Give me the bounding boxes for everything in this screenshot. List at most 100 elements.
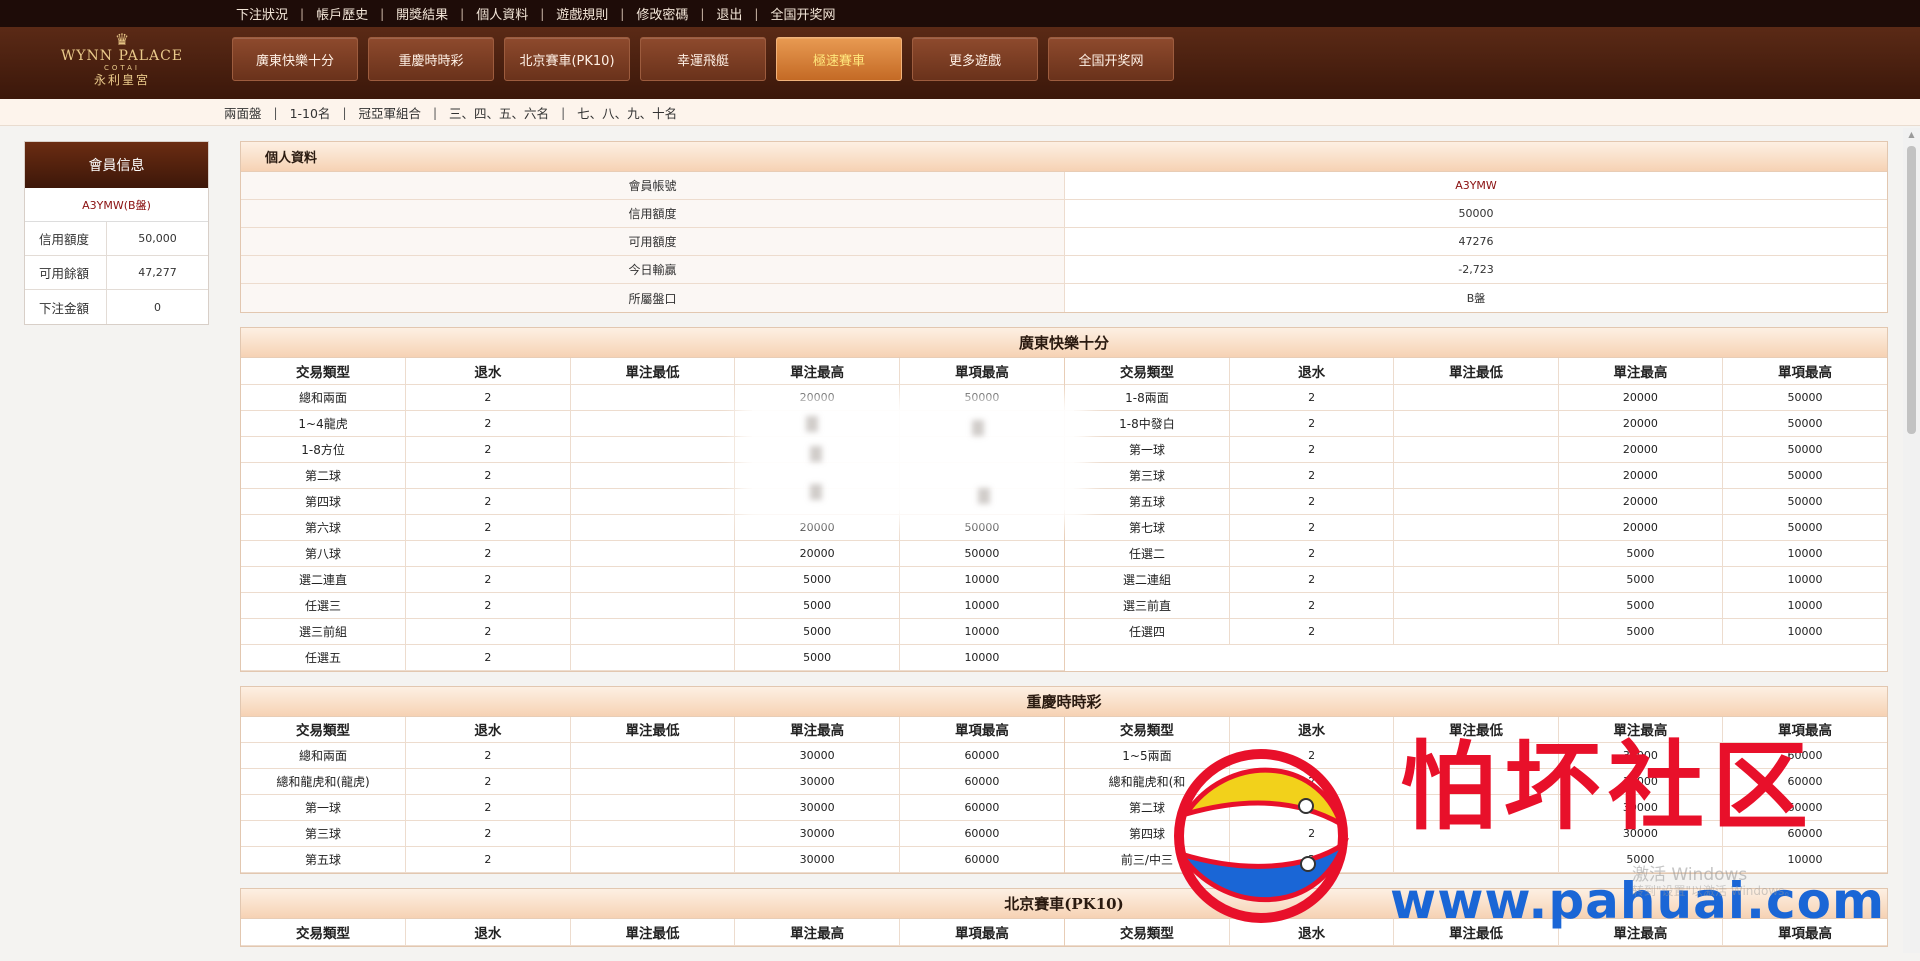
logo-cn: 永利皇宮 (93, 73, 150, 87)
main-nav-button[interactable]: 北京賽車(PK10) (504, 37, 630, 81)
sub-nav: 兩面盤 | 1-10名 | 冠亞軍組合 | 三、四、五、六名 | 七、八、九、十名 (212, 99, 689, 126)
limit-cell (570, 436, 736, 463)
main-nav-button[interactable]: 幸運飛艇 (640, 37, 766, 81)
column-header: 單注最高 (734, 919, 900, 946)
limit-cell: 50000 (1722, 384, 1887, 411)
bet-type-cell: 選三前直 (1065, 592, 1230, 619)
member-info-row: 可用餘額 47,277 (25, 256, 208, 290)
member-info-value: 47,277 (138, 266, 177, 279)
table-row: 1-8兩面 2 20000 50000 (1065, 384, 1887, 411)
limit-cell (570, 488, 736, 515)
bet-type-cell: 總和龍虎和(龍虎) (241, 768, 407, 795)
windows-activation-subtext: 转到"设置"以激活 Windows。 (1632, 884, 1797, 898)
limit-cell (1393, 410, 1559, 437)
sub-nav-link[interactable]: 七、八、九、十名 (565, 103, 689, 122)
limit-cell (1393, 462, 1559, 489)
limit-cell (570, 618, 736, 645)
logo-brand: WYNN PALACE (60, 48, 184, 64)
table-row: 1-8中發白 2 20000 50000 (1065, 410, 1887, 437)
limit-cell (570, 514, 736, 541)
sub-nav-link[interactable]: 三、四、五、六名 (437, 103, 561, 122)
limit-cell: 20000 (1558, 436, 1724, 463)
limit-cell (1393, 618, 1559, 645)
top-link[interactable]: 帳戶歷史 (304, 4, 380, 23)
main-nav-button[interactable]: 更多遊戲 (912, 37, 1038, 81)
column-header: 單注最高 (734, 358, 900, 385)
wynn-palace-logo[interactable]: ♛ WYNN PALACE COTAI 永利皇宮 (56, 32, 188, 94)
bet-type-cell: 第七球 (1065, 514, 1230, 541)
table-row: 選三前組 2 5000 10000 (241, 618, 1064, 645)
top-link[interactable]: 退出 (704, 4, 754, 23)
profile-row: 可用額度 47276 (241, 228, 1887, 256)
limit-cell (570, 384, 736, 411)
table-row: 選二連組 2 5000 10000 (1065, 566, 1887, 593)
limit-table: 交易類型 退水 單注最低 單注最高 單項最高 1-8兩面 2 20000 50000 1-8中發白… (1065, 358, 1887, 645)
top-link[interactable]: 個人資料 (464, 4, 540, 23)
bet-type-cell: 選三前組 (241, 618, 407, 645)
top-link-bar: 下注狀況 | 帳戶歷史 | 開獎結果 | 個人資料 | 遊戲規則 | 修改密碼 | 退出 | 全国开奖网 (0, 0, 1920, 27)
limit-cell: 10000 (1722, 566, 1887, 593)
limit-cell: 20000 (734, 384, 900, 411)
limit-cell: 2 (405, 384, 571, 411)
sub-nav-link[interactable]: 1-10名 (278, 103, 343, 122)
column-header: 單項最高 (1722, 358, 1887, 385)
limit-cell: 10000 (899, 592, 1064, 619)
main-nav-button[interactable]: 全国开奖网 (1048, 37, 1174, 81)
top-link[interactable]: 全国开奖网 (758, 4, 847, 23)
limit-cell: 2 (405, 820, 571, 847)
limit-cell: 50000 (1722, 488, 1887, 515)
member-info-title: 會員信息 (25, 142, 208, 188)
limit-cell: 30000 (734, 794, 900, 821)
scroll-up-arrow-icon[interactable]: ▲ (1903, 128, 1920, 142)
limit-cell: 5000 (734, 644, 900, 671)
table-row: 第三球 2 30000 60000 (241, 820, 1064, 847)
limit-cell: 2 (405, 794, 571, 821)
limit-cell: 50000 (1722, 436, 1887, 463)
table-row: 選三前直 2 5000 10000 (1065, 592, 1887, 619)
scrollbar-thumb[interactable] (1907, 146, 1916, 434)
limit-cell: 60000 (899, 742, 1064, 769)
profile-label: 今日輸贏 (241, 256, 1065, 283)
bet-type-cell: 第六球 (241, 514, 407, 541)
profile-panel: 個人資料 會員帳號 A3YMW 信用額度 50000 可用額度 47276 今日輸贏 -2,7… (240, 141, 1888, 313)
sub-nav-link[interactable]: 冠亞軍組合 (346, 103, 433, 122)
column-header: 交易類型 (241, 919, 407, 946)
column-header: 交易類型 (241, 716, 407, 743)
member-info-row: 下注金額 0 (25, 290, 208, 324)
limit-table-halves: 交易類型 退水 單注最低 單注最高 單項最高 總和兩面 2 20000 50000 1~4龍虎 2 1… (241, 358, 1887, 671)
limit-table: 交易類型 退水 單注最低 單注最高 單項最高 (241, 919, 1064, 946)
logo-sub: COTAI (104, 64, 140, 72)
top-link[interactable]: 下注狀況 (224, 4, 300, 23)
sub-nav-link[interactable]: 兩面盤 (212, 103, 274, 122)
top-link[interactable]: 修改密碼 (624, 4, 700, 23)
bet-type-cell: 第一球 (1065, 436, 1230, 463)
main-nav-button[interactable]: 重慶時時彩 (368, 37, 494, 81)
member-info-rows: 信用額度 50,000 可用餘額 47,277 下注金額 0 (25, 222, 208, 324)
table-row: 總和龍虎和(龍虎) 2 30000 60000 (241, 768, 1064, 795)
limit-cell: 2 (405, 410, 571, 437)
table-row: 選二連直 2 5000 10000 (241, 566, 1064, 593)
main-nav-button[interactable]: 極速賽車 (776, 37, 902, 81)
limit-cell: 5000 (734, 566, 900, 593)
column-header: 退水 (1229, 358, 1395, 385)
limit-cell: 5000 (734, 592, 900, 619)
table-row: 第五球 2 20000 50000 (1065, 488, 1887, 515)
limit-cell: 5000 (734, 618, 900, 645)
limit-cell (1393, 592, 1559, 619)
bet-type-cell: 1-8方位 (241, 436, 407, 463)
limit-cell: 10000 (899, 566, 1064, 593)
limit-cell: 2 (1229, 592, 1395, 619)
bet-type-cell: 任選三 (241, 592, 407, 619)
limit-table-left: 交易類型 退水 單注最低 單注最高 單項最高 (241, 919, 1064, 946)
table-row: 任選三 2 5000 10000 (241, 592, 1064, 619)
top-link[interactable]: 開獎結果 (384, 4, 460, 23)
limit-cell (570, 540, 736, 567)
main-nav-button[interactable]: 廣東快樂十分 (232, 37, 358, 81)
top-link[interactable]: 遊戲規則 (544, 4, 620, 23)
game-title: 廣東快樂十分 (241, 328, 1887, 358)
limit-cell: 20000 (734, 514, 900, 541)
bet-type-cell: 任選五 (241, 644, 407, 671)
bet-type-cell: 選二連組 (1065, 566, 1230, 593)
limit-cell: 2 (405, 566, 571, 593)
column-header: 單注最高 (734, 716, 900, 743)
